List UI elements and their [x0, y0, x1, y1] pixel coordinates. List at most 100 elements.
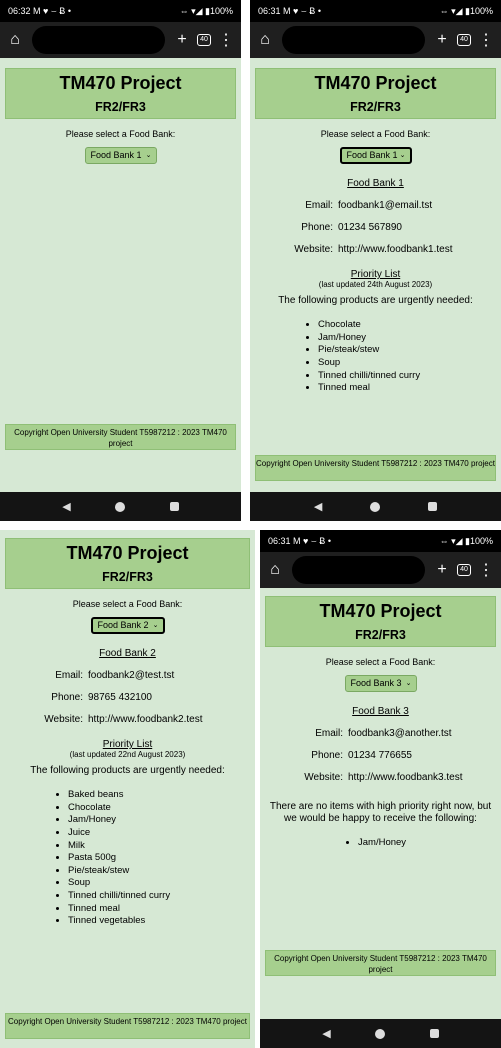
status-right: ⇔ ▾◢ ▮100% — [439, 535, 493, 546]
email-value: foodbank3@another.tst — [348, 728, 452, 739]
select-label: Please select a Food Bank: — [320, 129, 431, 139]
home-circle-icon[interactable] — [375, 1028, 386, 1039]
email-label: Email: — [315, 728, 343, 739]
website-label: Website: — [44, 714, 83, 725]
chevron-down-icon: ⌄ — [399, 152, 406, 159]
status-icons: M ♥ ⌣ Ƀ • — [283, 5, 321, 16]
new-tab-icon[interactable]: + — [173, 31, 191, 49]
status-time: 06:31 — [258, 5, 281, 16]
email-label: Email: — [305, 200, 333, 211]
status-time: 06:31 — [268, 535, 291, 546]
new-tab-icon[interactable]: + — [433, 31, 451, 49]
back-icon[interactable]: ◀ — [62, 500, 70, 513]
list-item: Pie/steak/stew — [318, 344, 461, 357]
phone-value: 98765 432100 — [88, 692, 152, 703]
phone-row: Phone: 01234 776655 — [260, 750, 501, 761]
home-circle-icon[interactable] — [115, 501, 126, 512]
food-bank-select[interactable]: Food Bank 1 ⌄ — [84, 147, 157, 164]
url-bar[interactable] — [292, 556, 425, 584]
phone-label: Phone: — [51, 692, 83, 703]
food-bank-select[interactable]: Food Bank 2 ⌄ — [90, 617, 165, 634]
browser-toolbar: ⌂ + 40 ⋮ — [0, 22, 241, 58]
recents-icon[interactable] — [429, 1029, 439, 1038]
page-header: TM470 Project FR2/FR3 — [5, 538, 250, 589]
tab-switcher-icon[interactable]: 40 — [197, 34, 211, 46]
list-item: Tinned chilli/tinned curry — [68, 890, 215, 903]
recents-icon[interactable] — [428, 502, 438, 511]
page-subtitle: FR2/FR3 — [350, 100, 401, 114]
priority-list-title: Priority List — [102, 739, 153, 750]
urgent-intro: The following products are urgently need… — [30, 765, 225, 776]
website-row: Website: http://www.foodbank3.test — [260, 772, 501, 783]
page-subtitle: FR2/FR3 — [102, 570, 153, 584]
footer: Copyright Open University Student T59872… — [5, 1013, 250, 1039]
last-updated: (last updated 22nd August 2023) — [69, 750, 186, 759]
url-bar[interactable] — [282, 26, 425, 54]
chevron-down-icon: ⌄ — [405, 680, 412, 687]
list-item: Soup — [318, 357, 461, 370]
page-header: TM470 Project FR2/FR3 — [255, 68, 496, 119]
new-tab-icon[interactable]: + — [433, 561, 451, 579]
menu-icon[interactable]: ⋮ — [477, 30, 495, 50]
email-value: foodbank1@email.tst — [338, 200, 433, 211]
page-title: TM470 Project — [319, 601, 442, 621]
url-bar[interactable] — [32, 26, 165, 54]
select-label: Please select a Food Bank: — [72, 599, 183, 609]
email-row: Email: foodbank1@email.tst — [250, 200, 501, 211]
screenshot-food-bank-1-initial: 06:32 M ♥ ⌣ Ƀ • ⇔ ▾◢ ▮100% ⌂ + 40 ⋮ TM47… — [0, 0, 241, 521]
status-bar: 06:31 M ♥ ⌣ Ƀ • ⇔ ▾◢ ▮100% — [250, 0, 501, 22]
list-item: Jam/Honey — [358, 837, 461, 850]
footer: Copyright Open University Student T59872… — [265, 950, 496, 976]
back-icon[interactable]: ◀ — [314, 500, 322, 513]
back-icon[interactable]: ◀ — [322, 1027, 330, 1040]
status-icons: M ♥ ⌣ Ƀ • — [33, 5, 71, 16]
status-icons: M ♥ ⌣ Ƀ • — [293, 535, 331, 546]
android-nav-bar: ◀ — [260, 1019, 501, 1048]
list-item: Tinned vegetables — [68, 915, 215, 928]
list-item: Pie/steak/stew — [68, 865, 215, 878]
list-item: Juice — [68, 827, 215, 840]
screenshot-food-bank-1: 06:31 M ♥ ⌣ Ƀ • ⇔ ▾◢ ▮100% ⌂ + 40 ⋮ TM47… — [250, 0, 501, 521]
status-bar: 06:32 M ♥ ⌣ Ƀ • ⇔ ▾◢ ▮100% — [0, 0, 241, 22]
page-title: TM470 Project — [66, 543, 189, 563]
phone-label: Phone: — [311, 750, 343, 761]
android-nav-bar: ◀ — [0, 492, 241, 521]
email-label: Email: — [55, 670, 83, 681]
tab-switcher-icon[interactable]: 40 — [457, 34, 471, 46]
list-item: Chocolate — [68, 802, 215, 815]
website-value: http://www.foodbank2.test — [88, 714, 203, 725]
list-item: Tinned chilli/tinned curry — [318, 370, 461, 383]
website-row: Website: http://www.foodbank2.test — [0, 714, 255, 725]
bank-name: Food Bank 2 — [99, 648, 156, 659]
menu-icon[interactable]: ⋮ — [217, 30, 235, 50]
select-label: Please select a Food Bank: — [65, 129, 176, 139]
page-title: TM470 Project — [314, 73, 437, 93]
list-item: Chocolate — [318, 319, 461, 332]
select-value: Food Bank 2 — [97, 620, 149, 630]
home-icon[interactable]: ⌂ — [266, 561, 284, 579]
home-icon[interactable]: ⌂ — [256, 31, 274, 49]
email-row: Email: foodbank3@another.tst — [260, 728, 501, 739]
page-header: TM470 Project FR2/FR3 — [5, 68, 236, 119]
status-right: ⇔ ▾◢ ▮100% — [439, 5, 493, 16]
recents-icon[interactable] — [169, 502, 179, 511]
status-right: ⇔ ▾◢ ▮100% — [179, 5, 233, 16]
website-value: http://www.foodbank3.test — [348, 772, 463, 783]
priority-items-list: Baked beans Chocolate Jam/Honey Juice Mi… — [0, 789, 255, 928]
urgent-intro: The following products are urgently need… — [278, 295, 473, 306]
phone-row: Phone: 01234 567890 — [250, 222, 501, 233]
food-bank-select[interactable]: Food Bank 3 ⌄ — [344, 675, 417, 692]
home-circle-icon[interactable] — [370, 501, 381, 512]
phone-value: 01234 776655 — [348, 750, 412, 761]
select-value: Food Bank 1 — [346, 150, 398, 160]
home-icon[interactable]: ⌂ — [6, 31, 24, 49]
select-label: Please select a Food Bank: — [325, 657, 436, 667]
status-bar: 06:31 M ♥ ⌣ Ƀ • ⇔ ▾◢ ▮100% — [260, 530, 501, 552]
phone-label: Phone: — [301, 222, 333, 233]
food-bank-select[interactable]: Food Bank 1 ⌄ — [339, 147, 412, 164]
menu-icon[interactable]: ⋮ — [477, 560, 495, 580]
select-value: Food Bank 1 — [90, 150, 142, 160]
website-value: http://www.foodbank1.test — [338, 244, 453, 255]
tab-switcher-icon[interactable]: 40 — [457, 564, 471, 576]
email-value: foodbank2@test.tst — [88, 670, 175, 681]
